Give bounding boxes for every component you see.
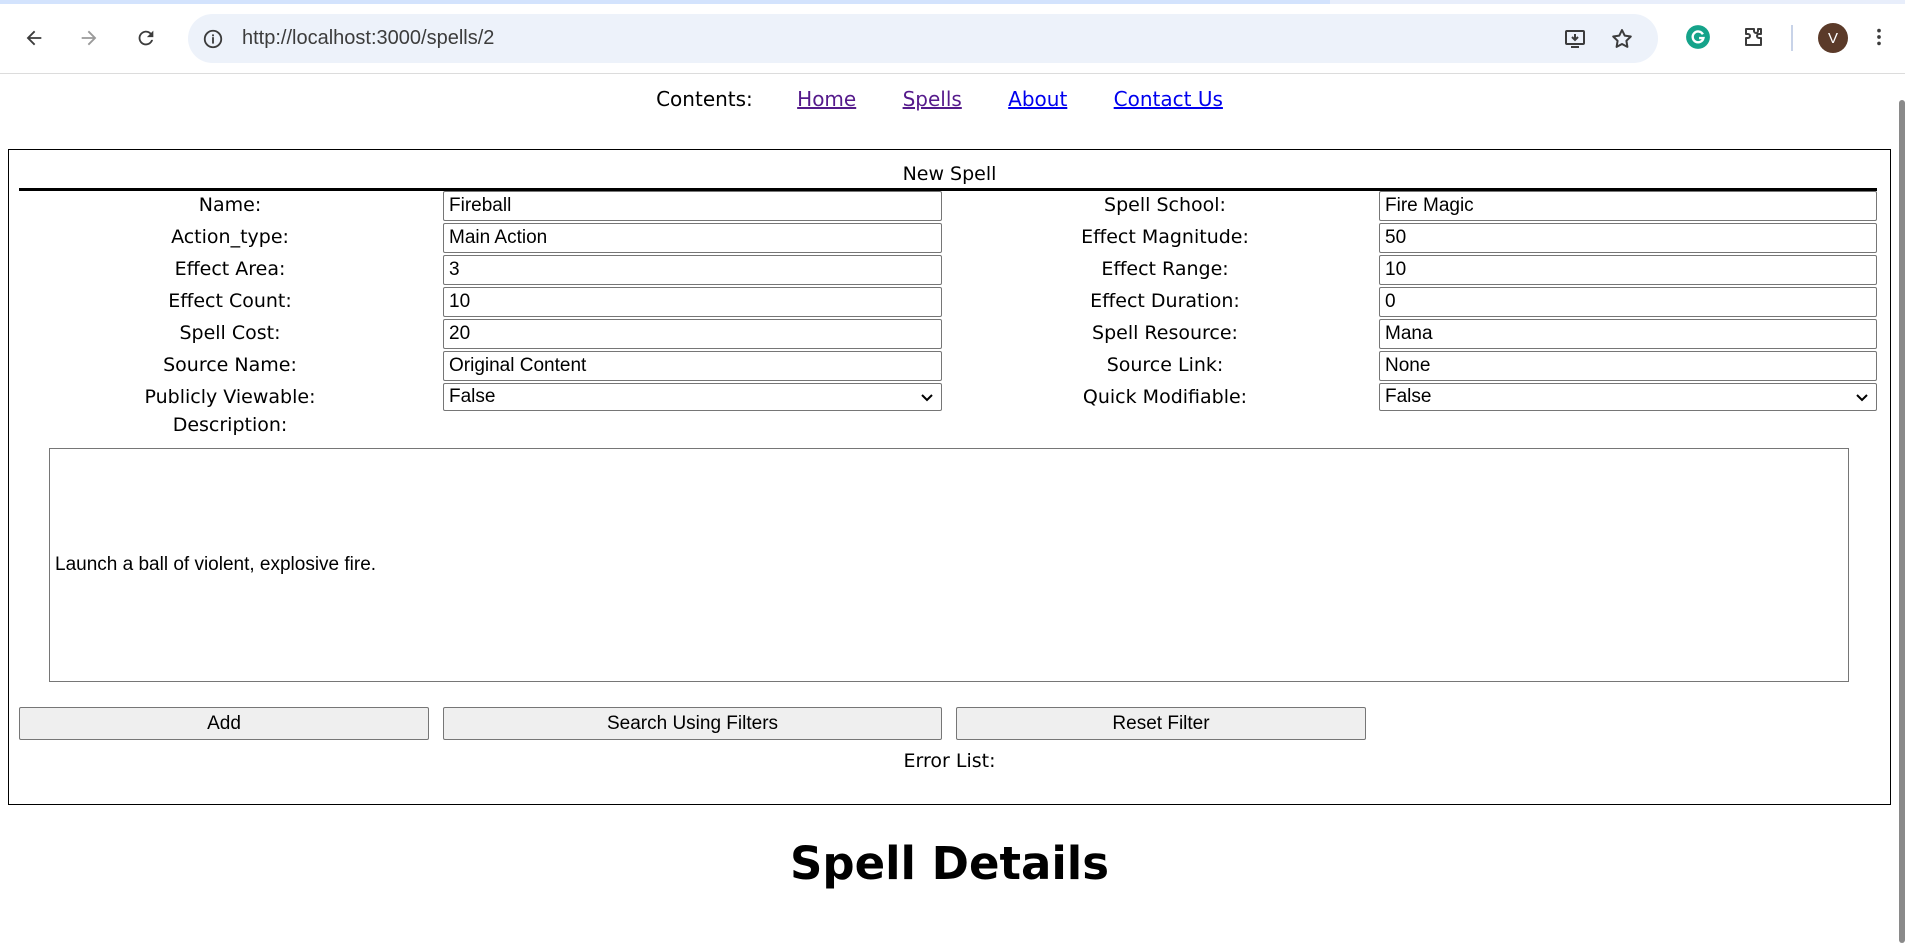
extensions-puzzle-icon[interactable] bbox=[1736, 20, 1770, 54]
label-spell-cost: Spell Cost: bbox=[179, 322, 281, 344]
action-type-input[interactable]: Main Action bbox=[443, 223, 942, 253]
label-description: Description: bbox=[172, 414, 288, 436]
effect-area-input[interactable]: 3 bbox=[443, 255, 942, 285]
bookmark-star-icon[interactable] bbox=[1609, 26, 1635, 52]
site-info-icon[interactable] bbox=[200, 26, 226, 52]
spell-details-heading: Spell Details bbox=[789, 837, 1110, 890]
effect-count-input[interactable]: 10 bbox=[443, 287, 942, 317]
publicly-viewable-select[interactable]: False bbox=[443, 383, 942, 411]
arrow-left-icon bbox=[26, 30, 42, 46]
label-publicly-viewable: Publicly Viewable: bbox=[144, 386, 316, 408]
profile-avatar[interactable]: V bbox=[1818, 23, 1848, 53]
search-using-filters-button[interactable]: Search Using Filters bbox=[443, 707, 942, 740]
page-content: Contents: Home Spells About Contact Us N… bbox=[0, 75, 1899, 943]
contents-nav: Contents: Home Spells About Contact Us bbox=[0, 87, 1899, 111]
label-source-link: Source Link: bbox=[1106, 354, 1224, 376]
chevron-down-icon bbox=[1856, 393, 1868, 401]
publicly-viewable-value: False bbox=[449, 385, 496, 407]
install-app-icon[interactable] bbox=[1562, 26, 1588, 52]
label-spell-resource: Spell Resource: bbox=[1092, 322, 1238, 344]
grammarly-extension-icon[interactable] bbox=[1681, 20, 1715, 54]
add-button[interactable]: Add bbox=[19, 707, 429, 740]
tab-strip bbox=[1330, 0, 1905, 4]
tab-strip-active bbox=[0, 0, 1330, 4]
form-title: New Spell bbox=[902, 163, 997, 185]
page-scrollbar[interactable] bbox=[1899, 100, 1905, 943]
spell-cost-input[interactable]: 20 bbox=[443, 319, 942, 349]
reload-button[interactable] bbox=[128, 20, 164, 56]
nav-link-about[interactable]: About bbox=[1008, 87, 1067, 111]
effect-range-input[interactable]: 10 bbox=[1379, 255, 1877, 285]
nav-link-home[interactable]: Home bbox=[797, 87, 856, 111]
label-effect-count: Effect Count: bbox=[168, 290, 292, 312]
label-effect-magnitude: Effect Magnitude: bbox=[1081, 226, 1249, 248]
error-list-label: Error List: bbox=[903, 750, 996, 772]
label-effect-duration: Effect Duration: bbox=[1090, 290, 1240, 312]
new-spell-form: New Spell Name: Action_type: Effect Area… bbox=[8, 149, 1891, 805]
label-action-type: Action_type: bbox=[171, 226, 289, 248]
reset-filter-button[interactable]: Reset Filter bbox=[956, 707, 1366, 740]
quick-modifiable-value: False bbox=[1385, 385, 1432, 407]
url-text[interactable]: http://localhost:3000/spells/2 bbox=[242, 27, 494, 50]
label-effect-area: Effect Area: bbox=[174, 258, 286, 280]
name-input[interactable]: Fireball bbox=[443, 191, 942, 221]
description-text: Launch a ball of violent, explosive fire… bbox=[55, 554, 377, 575]
arrow-right-icon bbox=[81, 30, 97, 46]
label-spell-school: Spell School: bbox=[1104, 194, 1226, 216]
label-source-name: Source Name: bbox=[163, 354, 297, 376]
quick-modifiable-select[interactable]: False bbox=[1379, 383, 1877, 411]
more-menu-icon[interactable] bbox=[1866, 20, 1892, 54]
chevron-down-icon bbox=[921, 393, 933, 401]
description-textarea[interactable]: Launch a ball of violent, explosive fire… bbox=[49, 448, 1849, 682]
browser-toolbar: http://localhost:3000/spells/2 V bbox=[0, 0, 1905, 74]
reload-icon bbox=[138, 30, 154, 46]
label-effect-range: Effect Range: bbox=[1101, 258, 1229, 280]
source-name-input[interactable]: Original Content bbox=[443, 351, 942, 381]
address-bar[interactable]: http://localhost:3000/spells/2 bbox=[188, 14, 1658, 63]
back-button[interactable] bbox=[16, 20, 52, 56]
toolbar-separator bbox=[1791, 25, 1793, 51]
label-quick-modifiable: Quick Modifiable: bbox=[1082, 386, 1248, 408]
nav-link-contact-us[interactable]: Contact Us bbox=[1114, 87, 1223, 111]
spell-resource-input[interactable]: Mana bbox=[1379, 319, 1877, 349]
effect-duration-input[interactable]: 0 bbox=[1379, 287, 1877, 317]
effect-magnitude-input[interactable]: 50 bbox=[1379, 223, 1877, 253]
source-link-input[interactable]: None bbox=[1379, 351, 1877, 381]
contents-label: Contents: bbox=[656, 87, 753, 111]
nav-link-spells[interactable]: Spells bbox=[903, 87, 962, 111]
forward-button[interactable] bbox=[71, 20, 107, 56]
label-name: Name: bbox=[198, 194, 262, 216]
spell-school-input[interactable]: Fire Magic bbox=[1379, 191, 1877, 221]
